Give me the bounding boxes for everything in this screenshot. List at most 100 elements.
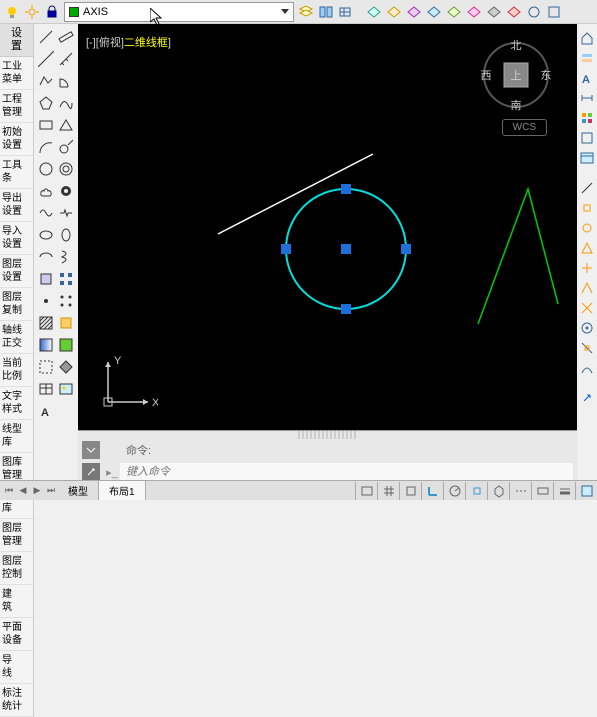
status-otrack-icon[interactable]	[509, 482, 531, 500]
boundary-icon[interactable]	[36, 357, 56, 377]
wcs-badge[interactable]: WCS	[502, 119, 547, 136]
text2-icon[interactable]: A	[578, 69, 596, 87]
polyline-icon[interactable]	[36, 71, 56, 91]
layer-tool-8-icon[interactable]	[505, 3, 523, 21]
ellipse-icon[interactable]	[36, 225, 56, 245]
palette-icon[interactable]	[578, 129, 596, 147]
spline-icon[interactable]	[36, 203, 56, 223]
layers2-icon[interactable]	[578, 49, 596, 67]
line-icon[interactable]	[36, 27, 56, 47]
status-grid-icon[interactable]	[377, 482, 399, 500]
layer-tool-4-icon[interactable]	[425, 3, 443, 21]
layer-tool-2-icon[interactable]	[385, 3, 403, 21]
circle-icon[interactable]	[36, 159, 56, 179]
triangle-icon[interactable]	[56, 115, 76, 135]
status-snap-icon[interactable]	[399, 482, 421, 500]
snap7-icon[interactable]	[578, 319, 596, 337]
window-icon[interactable]	[578, 149, 596, 167]
lock-icon[interactable]	[43, 3, 61, 21]
arc-icon[interactable]	[36, 137, 56, 157]
layer-tool-3-icon[interactable]	[405, 3, 423, 21]
snap2-icon[interactable]	[578, 219, 596, 237]
menu-item-6[interactable]: 图层设置	[0, 255, 33, 288]
home-icon[interactable]	[578, 29, 596, 47]
menu-item-5[interactable]: 导入设置	[0, 222, 33, 255]
layer-tool-9-icon[interactable]	[525, 3, 543, 21]
arrow-icon[interactable]	[578, 389, 596, 407]
block-icon[interactable]	[36, 269, 56, 289]
snap1-icon[interactable]	[578, 199, 596, 217]
layers-icon[interactable]	[297, 3, 315, 21]
command-input[interactable]	[120, 463, 573, 481]
snap6-icon[interactable]	[578, 299, 596, 317]
bulb-icon[interactable]	[3, 3, 21, 21]
menu-item-16[interactable]: 建 筑	[0, 585, 33, 618]
menu-item-19[interactable]: 标注统计	[0, 684, 33, 717]
tab-last-icon[interactable]: ⏭	[44, 484, 58, 498]
ruler-icon[interactable]	[56, 27, 76, 47]
measure-icon[interactable]	[56, 49, 76, 69]
revcloud-icon[interactable]	[36, 181, 56, 201]
table-icon[interactable]	[36, 379, 56, 399]
menu-item-11[interactable]: 线型库	[0, 420, 33, 453]
menu-item-4[interactable]: 导出设置	[0, 189, 33, 222]
dist-icon[interactable]	[578, 179, 596, 197]
status-dyn-icon[interactable]	[531, 482, 553, 500]
snap8-icon[interactable]	[578, 339, 596, 357]
array-icon[interactable]	[56, 269, 76, 289]
region-icon[interactable]	[56, 313, 76, 333]
menu-item-18[interactable]: 导 线	[0, 651, 33, 684]
menu-item-9[interactable]: 当前比例	[0, 354, 33, 387]
hatch-icon[interactable]	[36, 313, 56, 333]
menu-item-1[interactable]: 工程管理	[0, 90, 33, 123]
wipeout-icon[interactable]	[56, 357, 76, 377]
snap4-icon[interactable]	[578, 259, 596, 277]
tab-first-icon[interactable]: ⏮	[2, 484, 16, 498]
status-model-icon[interactable]	[355, 482, 377, 500]
polygon-icon[interactable]	[36, 93, 56, 113]
menu-item-17[interactable]: 平面设备	[0, 618, 33, 651]
layer-tool-1-icon[interactable]	[365, 3, 383, 21]
ellipse-arc-icon[interactable]	[36, 247, 56, 267]
cmd-history-icon[interactable]	[82, 441, 100, 459]
snap5-icon[interactable]	[578, 279, 596, 297]
layer-dropdown[interactable]: AXIS	[64, 2, 294, 22]
layer-states-icon[interactable]	[317, 3, 335, 21]
menu-item-7[interactable]: 图层复制	[0, 288, 33, 321]
tab-model[interactable]: 模型	[58, 481, 99, 500]
point-icon[interactable]	[36, 291, 56, 311]
ring-icon[interactable]	[56, 159, 76, 179]
text-icon[interactable]: A	[36, 401, 56, 421]
status-osnap-icon[interactable]	[465, 482, 487, 500]
tangent-icon[interactable]	[56, 137, 76, 157]
layer-match-icon[interactable]	[337, 3, 355, 21]
drawing-canvas[interactable]: [-][俯视]二维线框] 上 北 南 东 西 WCS X Y	[78, 24, 577, 430]
status-lwt-icon[interactable]	[553, 482, 575, 500]
donut-icon[interactable]	[56, 181, 76, 201]
snap9-icon[interactable]	[578, 359, 596, 377]
tab-next-icon[interactable]: ▶	[30, 484, 44, 498]
status-polar-icon[interactable]	[443, 482, 465, 500]
grip-handle[interactable]	[298, 431, 358, 439]
fill-icon[interactable]	[56, 335, 76, 355]
dim-icon[interactable]	[578, 89, 596, 107]
grid-icon[interactable]	[56, 291, 76, 311]
break-icon[interactable]	[56, 203, 76, 223]
menu-item-10[interactable]: 文字样式	[0, 387, 33, 420]
status-qp-icon[interactable]	[575, 482, 597, 500]
status-ortho-icon[interactable]	[421, 482, 443, 500]
menu-item-8[interactable]: 轴线正交	[0, 321, 33, 354]
menu-item-3[interactable]: 工具条	[0, 156, 33, 189]
door-icon[interactable]	[56, 71, 76, 91]
layer-tool-7-icon[interactable]	[485, 3, 503, 21]
ellipse2-icon[interactable]	[56, 225, 76, 245]
layer-tool-5-icon[interactable]	[445, 3, 463, 21]
rectangle-icon[interactable]	[36, 115, 56, 135]
gradient-icon[interactable]	[36, 335, 56, 355]
menu-item-0[interactable]: 工业菜单	[0, 57, 33, 90]
tab-layout1[interactable]: 布局1	[99, 481, 146, 500]
sun-icon[interactable]	[23, 3, 41, 21]
menu-item-2[interactable]: 初始设置	[0, 123, 33, 156]
image-icon[interactable]	[56, 379, 76, 399]
grid2-icon[interactable]	[578, 109, 596, 127]
